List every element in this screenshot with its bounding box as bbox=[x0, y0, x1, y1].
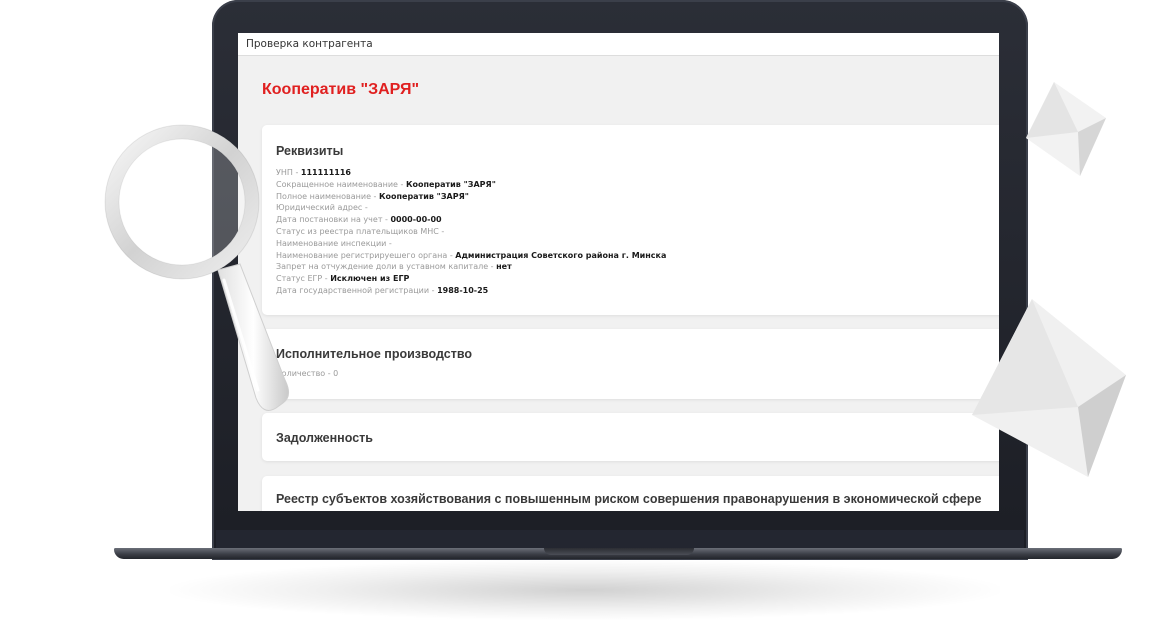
debt-title: Задолженность bbox=[276, 431, 373, 445]
field-short-name: Сокращенное наименование - Кооператив "З… bbox=[276, 179, 666, 191]
field-label: Статус из реестра плательщиков МНС - bbox=[276, 226, 445, 236]
app-screen: Проверка контрагента Кооператив "ЗАРЯ" Р… bbox=[238, 33, 999, 511]
requisites-fields: УНП - 111111116 Сокращенное наименование… bbox=[276, 167, 666, 297]
field-mns-status: Статус из реестра плательщиков МНС - bbox=[276, 226, 666, 238]
magnifying-glass-icon bbox=[104, 124, 289, 411]
app-header: Проверка контрагента bbox=[238, 33, 999, 56]
field-state-registration-date: Дата государственной регистрации - 1988-… bbox=[276, 285, 666, 297]
field-registration-date: Дата постановки на учет - 0000-00-00 bbox=[276, 214, 666, 226]
field-value: Исключен из ЕГР bbox=[330, 274, 410, 284]
field-label: Дата государственной регистрации - bbox=[276, 285, 438, 295]
laptop-shadow bbox=[170, 560, 1000, 620]
field-legal-address: Юридический адрес - bbox=[276, 202, 666, 214]
field-registering-authority: Наименование регистрируешего органа - Ад… bbox=[276, 250, 666, 262]
field-value: 1988-10-25 bbox=[437, 285, 489, 295]
enforcement-card: Исполнительное производство Количество -… bbox=[262, 329, 999, 399]
debt-card: Задолженность bbox=[262, 413, 999, 461]
paper-shape-top-right bbox=[1026, 82, 1106, 176]
company-name: Кооператив "ЗАРЯ" bbox=[262, 81, 420, 98]
field-value: Кооператив "ЗАРЯ" bbox=[405, 179, 496, 189]
field-value: 0000-00-00 bbox=[390, 215, 442, 225]
requisites-card: Реквизиты УНП - 111111116 Сокращенное на… bbox=[262, 125, 999, 315]
enforcement-title: Исполнительное производство bbox=[276, 347, 473, 361]
field-egr-status: Статус ЕГР - Исключен из ЕГР bbox=[276, 273, 666, 285]
risk-registry-card: Реестр субъектов хозяйствования с повыше… bbox=[262, 476, 999, 511]
field-unp: УНП - 111111116 bbox=[276, 167, 666, 179]
field-value: 111111116 bbox=[300, 168, 351, 177]
field-label: Наименование регистрируешего органа - bbox=[276, 250, 456, 260]
field-full-name: Полное наименование - Кооператив "ЗАРЯ" bbox=[276, 191, 666, 203]
field-inspection: Наименование инспекции - bbox=[276, 238, 666, 250]
app-title: Проверка контрагента bbox=[246, 38, 373, 50]
paper-shape-right bbox=[972, 299, 1126, 477]
field-value: Кооператив "ЗАРЯ" bbox=[378, 191, 469, 201]
field-value: Администрация Советского района г. Минск… bbox=[455, 250, 667, 260]
laptop-chin bbox=[216, 530, 1024, 550]
risk-registry-title: Реестр субъектов хозяйствования с повыше… bbox=[276, 492, 982, 506]
field-share-ban: Запрет на отчуждение доли в уставном кап… bbox=[276, 261, 666, 273]
field-value: нет bbox=[496, 262, 512, 272]
laptop-notch bbox=[544, 548, 694, 555]
field-label: Запрет на отчуждение доли в уставном кап… bbox=[276, 262, 497, 272]
